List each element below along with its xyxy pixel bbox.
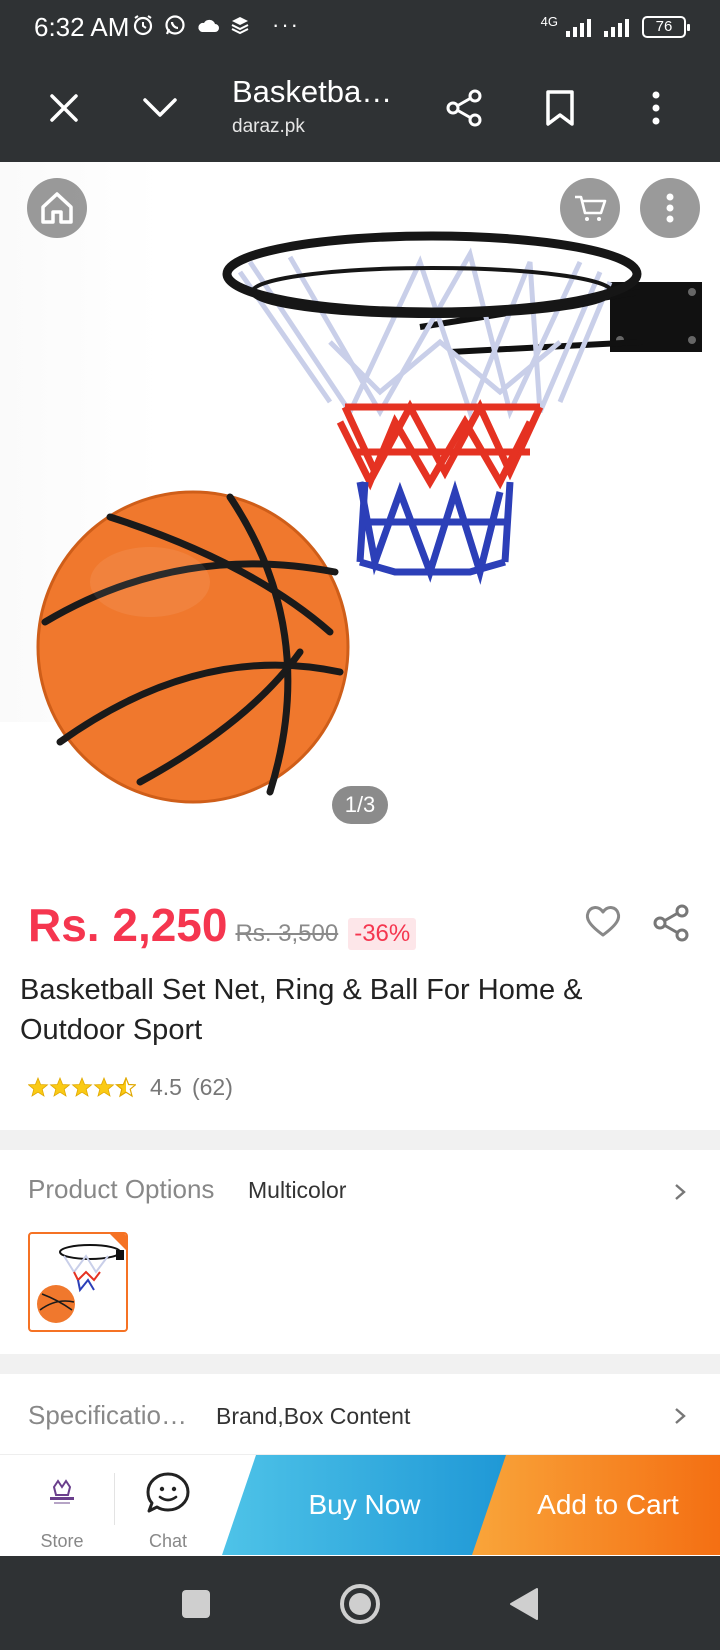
cart-icon <box>575 195 607 221</box>
system-nav-bar <box>0 1556 720 1650</box>
back-button[interactable] <box>500 1580 548 1628</box>
home-circle-icon <box>340 1584 380 1624</box>
battery-indicator: 76 <box>642 15 690 38</box>
browser-toolbar: Basketba… daraz.pk <box>0 54 720 162</box>
options-label: Product Options <box>28 1174 215 1204</box>
rating-count: (62) <box>191 1074 233 1100</box>
product-title: Basketball Set Net, Ring & Ball For Home… <box>20 974 583 1046</box>
whatsapp-icon <box>165 15 185 35</box>
close-button[interactable] <box>40 84 88 132</box>
buy-now-button[interactable]: Buy Now <box>222 1455 507 1555</box>
status-time: 6:32 AM <box>34 12 130 42</box>
cloud-icon <box>198 19 219 32</box>
recents-square-icon <box>182 1590 210 1618</box>
bookmark-icon <box>546 90 574 126</box>
store-label: Store <box>40 1531 84 1551</box>
home-icon <box>41 192 73 224</box>
original-price: Rs. 3,500 <box>235 920 339 947</box>
home-button[interactable] <box>27 178 87 238</box>
back-triangle-icon <box>510 1588 538 1620</box>
price-row: Rs. 2,250 Rs. 3,500 -36% <box>28 898 417 958</box>
current-price: Rs. 2,250 <box>28 899 228 951</box>
chevron-right-icon <box>675 1408 686 1424</box>
page-url: daraz.pk <box>232 116 305 137</box>
option-thumbnail[interactable] <box>28 1232 128 1332</box>
add-to-cart-button[interactable]: Add to Cart <box>472 1455 720 1555</box>
share-button[interactable] <box>440 84 488 132</box>
minimize-button[interactable] <box>136 84 184 132</box>
specifications-label: Specificatio… <box>28 1400 187 1430</box>
discount-badge: -36% <box>348 918 417 950</box>
signal-icon <box>566 18 591 37</box>
chevron-down-icon <box>143 98 177 117</box>
chat-label: Chat <box>148 1531 188 1551</box>
rating[interactable]: 4.5 (62) <box>28 1074 233 1101</box>
section-divider <box>0 1354 720 1374</box>
option-thumbnail-image <box>37 1234 126 1323</box>
section-divider <box>0 1130 720 1150</box>
store-button[interactable]: Store <box>12 1455 112 1557</box>
share-icon[interactable] <box>652 904 690 942</box>
wishlist-heart-icon[interactable] <box>584 904 622 938</box>
network-type: 4G <box>540 14 558 29</box>
image-pager: 1/3 <box>332 786 388 824</box>
share-icon <box>446 89 482 127</box>
bottom-action-bar: Store Chat Buy Now Add to Cart <box>0 1454 720 1556</box>
layers-icon <box>231 17 249 35</box>
star-rating-icon <box>28 1076 136 1097</box>
signal-icon-2 <box>604 18 629 37</box>
status-bar: 6:32 AM ··· 4G 76 <box>0 0 720 54</box>
close-icon <box>50 94 78 122</box>
alarm-icon <box>133 15 153 36</box>
chat-button[interactable]: Chat <box>118 1455 218 1557</box>
product-image-carousel[interactable]: 1/3 <box>0 162 720 862</box>
system-status: 4G 76 <box>540 14 690 39</box>
menu-button[interactable] <box>632 84 680 132</box>
more-vertical-icon <box>652 91 660 125</box>
cart-button[interactable] <box>560 178 620 238</box>
specifications-value: Brand,Box Content <box>216 1403 411 1429</box>
price-actions <box>584 904 690 942</box>
product-image <box>36 231 702 804</box>
bookmark-button[interactable] <box>536 84 584 132</box>
specifications-section[interactable]: Specificatio… Brand,Box Content <box>0 1374 720 1454</box>
more-options-button[interactable] <box>640 178 700 238</box>
store-logo-icon <box>50 1479 74 1504</box>
home-nav-button[interactable] <box>336 1580 384 1628</box>
page-title: Basketba… <box>232 74 393 109</box>
chat-icon <box>146 1472 190 1513</box>
rating-value: 4.5 <box>150 1074 182 1100</box>
options-value: Multicolor <box>248 1177 347 1203</box>
recents-button[interactable] <box>172 1580 220 1628</box>
more-vertical-icon <box>666 193 674 223</box>
more-notifications: ··· <box>272 12 300 37</box>
chevron-right-icon <box>675 1184 686 1200</box>
bottom-bar-separator <box>114 1473 115 1525</box>
notification-icons: ··· <box>132 12 300 38</box>
